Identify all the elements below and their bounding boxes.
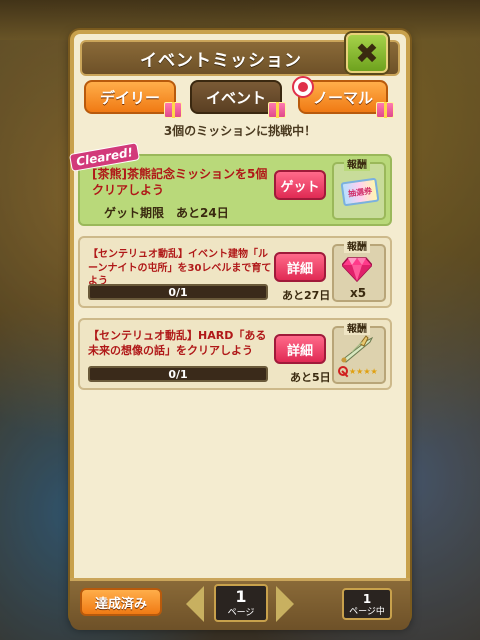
prev-page-arrow-icon[interactable] bbox=[186, 586, 204, 622]
details-button[interactable]: 詳細 bbox=[274, 334, 326, 364]
gift-icon bbox=[268, 102, 286, 118]
gift-icon bbox=[164, 102, 182, 118]
panel-title: イベントミッション bbox=[140, 50, 302, 71]
get-reward-button[interactable]: ゲット bbox=[274, 170, 326, 200]
details-button[interactable]: 詳細 bbox=[274, 252, 326, 282]
mission-deadline: ゲット期限 あと24日 bbox=[104, 206, 229, 220]
tab-daily-label: デイリー bbox=[99, 88, 160, 107]
reward-label: 報酬 bbox=[344, 156, 370, 171]
tab-daily[interactable]: デイリー bbox=[84, 80, 176, 114]
star-icon: ★★★★ bbox=[349, 366, 378, 376]
total-pages-number: 1 bbox=[362, 592, 372, 606]
reward-label: 報酬 bbox=[344, 320, 370, 335]
current-page-indicator: 1 ページ bbox=[214, 584, 268, 622]
mission-description: 【センテリュオ動乱】HARD「ある未来の想像の話」をクリアしよう bbox=[88, 329, 267, 357]
mission-description: 【センテリュオ動乱】イベント建物「ルーンナイトの屯所」を30レベルまで育てよう bbox=[88, 249, 272, 287]
tab-normal-label: ノーマル bbox=[312, 88, 373, 107]
current-page-number: 1 bbox=[235, 587, 247, 606]
progress-bar: 0/1 bbox=[88, 284, 268, 300]
not-owned-icon bbox=[338, 366, 348, 376]
gift-icon bbox=[376, 102, 394, 118]
total-pages-indicator: 1 ページ中 bbox=[342, 588, 392, 620]
next-page-arrow-icon[interactable] bbox=[276, 586, 294, 622]
ball-icon bbox=[292, 76, 314, 98]
page-unit-label: ページ bbox=[227, 608, 255, 618]
ticket-icon: 抽選券 bbox=[340, 177, 380, 207]
total-pages-unit: ページ中 bbox=[349, 607, 385, 617]
remaining-time: あと27日 bbox=[282, 289, 331, 302]
sword-icon bbox=[341, 335, 374, 363]
rarity-stars: ★★★★ bbox=[338, 366, 378, 376]
challenge-status: 3個のミッションに挑戦中！ bbox=[163, 124, 317, 138]
completed-button[interactable]: 達成済み bbox=[80, 588, 162, 616]
mission-description: [茶熊]茶熊記念ミッションを5個クリアしよう bbox=[92, 167, 268, 198]
progress-bar: 0/1 bbox=[88, 366, 268, 382]
tab-event-label: イベント bbox=[205, 88, 266, 107]
reward-count: x5 bbox=[350, 286, 367, 300]
close-button[interactable]: ✖ bbox=[346, 33, 388, 73]
gem-icon bbox=[342, 257, 372, 282]
reward-label: 報酬 bbox=[344, 238, 370, 253]
remaining-time: あと5日 bbox=[290, 371, 331, 384]
